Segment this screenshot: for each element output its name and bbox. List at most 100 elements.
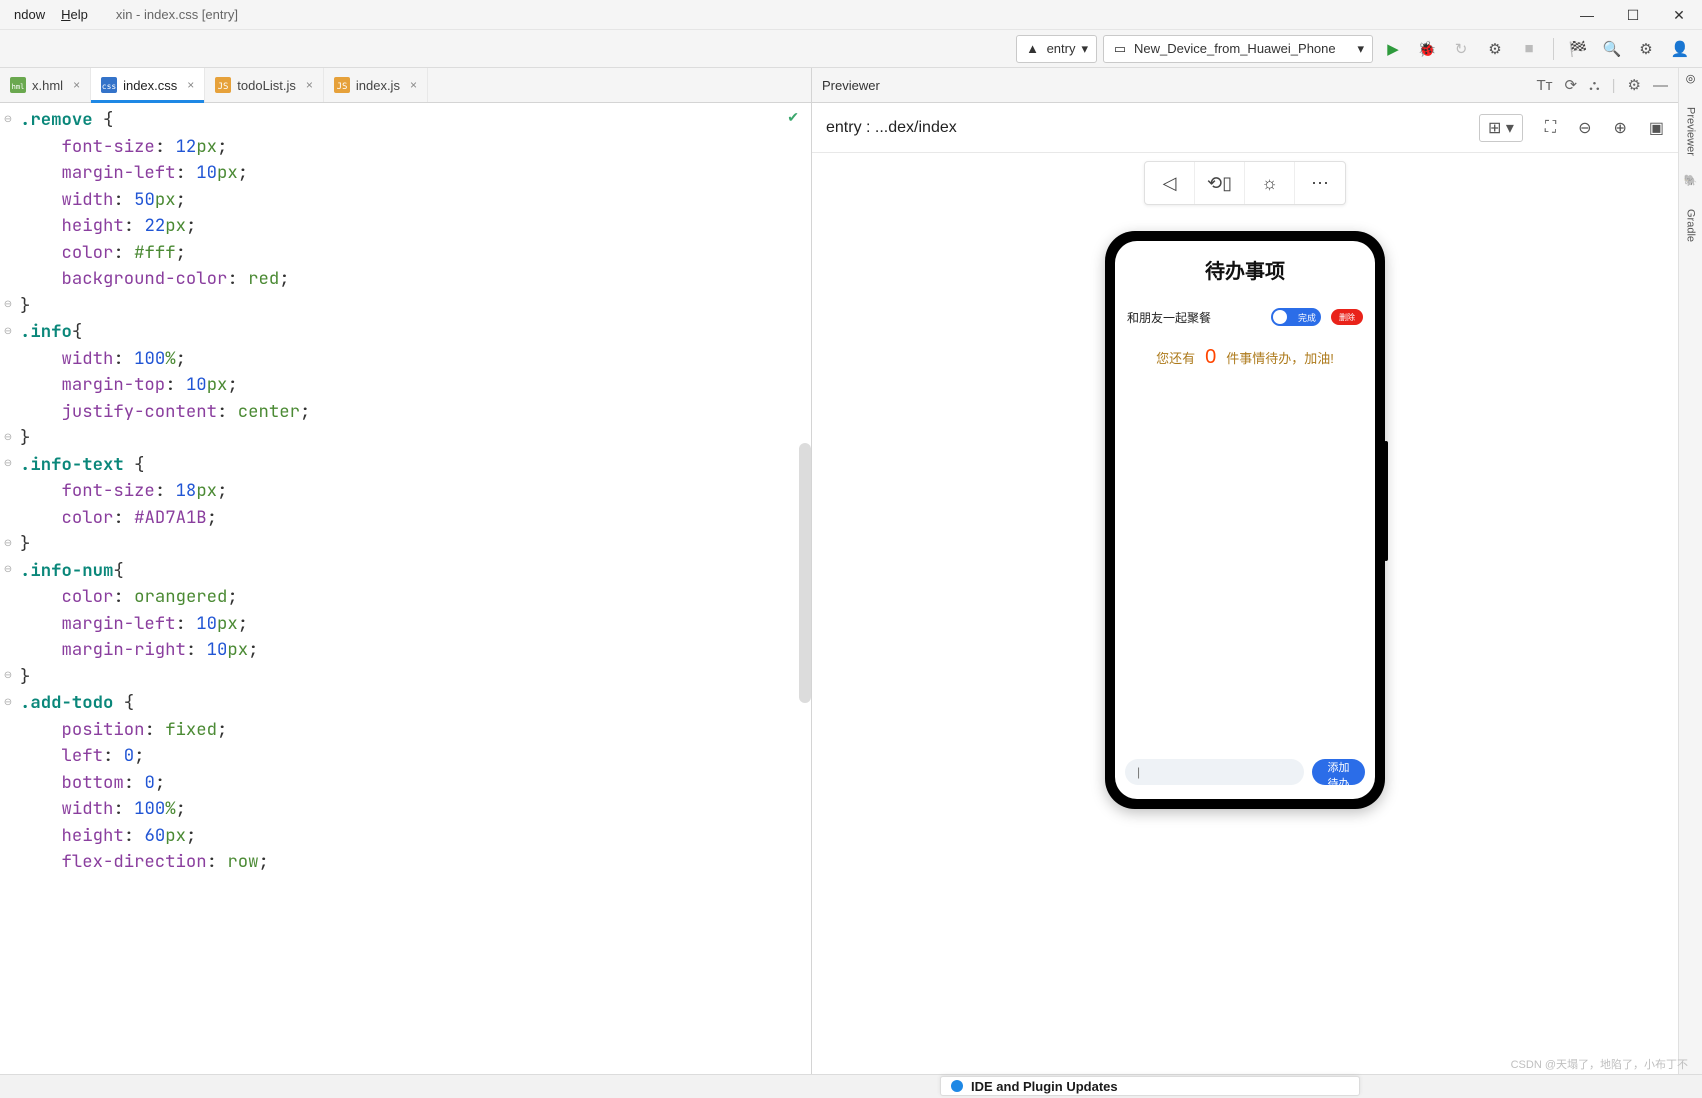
fold-toggle[interactable]: ⊖ <box>3 326 13 336</box>
max-button[interactable]: ☐ <box>1610 0 1656 30</box>
info-post: 件事情待办，加油! <box>1226 348 1334 367</box>
stop-button[interactable]: ■ <box>1515 35 1543 63</box>
device-selector[interactable]: ▭ New_Device_from_Huawei_Phone ▾ <box>1103 35 1373 63</box>
file-icon: JS <box>334 77 350 93</box>
min-button[interactable]: — <box>1564 0 1610 30</box>
menu-window[interactable]: ndow <box>6 3 53 26</box>
font-icon[interactable]: Tᴛ <box>1537 77 1553 94</box>
code-area[interactable]: ✔ .remove { font-size: 12px; margin-left… <box>0 103 811 1074</box>
tab-label: todoList.js <box>237 78 296 93</box>
tab-label: index.css <box>123 78 177 93</box>
status-bar <box>0 1074 1702 1098</box>
fold-toggle[interactable]: ⊖ <box>3 697 13 707</box>
fold-toggle[interactable]: ⊖ <box>3 538 13 548</box>
menu-help[interactable]: Help <box>53 3 96 26</box>
multi-device-selector[interactable]: ⊞ ▾ <box>1479 114 1523 142</box>
add-todo-input[interactable] <box>1125 759 1304 785</box>
add-todo-bar: 添加待办 <box>1125 755 1365 789</box>
previewer-title: Previewer <box>822 78 880 93</box>
fold-toggle[interactable]: ⊖ <box>3 671 13 681</box>
info-pre: 您还有 <box>1156 348 1195 367</box>
chevron-down-icon: ▾ <box>1081 41 1088 57</box>
minimize-icon[interactable]: — <box>1653 77 1668 94</box>
tab-label: index.js <box>356 78 400 93</box>
right-tool-rail: ◎ Previewer 🐘 Gradle <box>1678 68 1702 1074</box>
tab-index-js[interactable]: JS index.js × <box>324 68 428 102</box>
file-icon: css <box>101 77 117 93</box>
filter-icon[interactable]: ⛬ <box>1589 77 1600 94</box>
preview-canvas: ◁ ⟲▯ ☼ ⋯ 待办事项 和朋友一起聚餐 完成 删除 您还有 0 <box>812 153 1678 1074</box>
tab-x-hml[interactable]: hmlx.hml× <box>0 68 91 102</box>
crop-icon[interactable]: ⛶ <box>1545 119 1556 137</box>
close-button[interactable]: ✕ <box>1656 0 1702 30</box>
fullscreen-icon[interactable]: ▣ <box>1649 118 1664 138</box>
code-gutter: ⊖ ⊖ ⊖ ⊖ ⊖ ⊖ ⊖ ⊖ ⊖ <box>0 103 16 1074</box>
delete-button[interactable]: 删除 <box>1331 309 1363 325</box>
info-dot-icon <box>951 1080 963 1092</box>
module-selector[interactable]: ▲ entry ▾ <box>1016 35 1097 63</box>
device-icon: ▭ <box>1112 41 1128 57</box>
run-button[interactable]: ▶ <box>1379 35 1407 63</box>
close-icon[interactable]: × <box>187 78 194 92</box>
notification-text: IDE and Plugin Updates <box>971 1079 1118 1094</box>
device-side-button <box>1384 441 1388 561</box>
editor-pane: hmlx.hml×cssindex.css×JStodoList.js×JSin… <box>0 68 812 1074</box>
editor-tabs: hmlx.hml×cssindex.css×JStodoList.js×JSin… <box>0 68 811 103</box>
previewer-header: Previewer Tᴛ ⟳ ⛬ | ⚙ — <box>812 68 1678 103</box>
window-title: xin - index.css [entry] <box>116 7 238 22</box>
zoom-in-icon[interactable]: ⊕ <box>1613 118 1626 138</box>
rail-eye-icon[interactable]: ◎ <box>1686 72 1696 85</box>
todo-text: 和朋友一起聚餐 <box>1127 309 1211 326</box>
rail-previewer-tab[interactable]: Previewer <box>1685 107 1697 156</box>
add-todo-button[interactable]: 添加待办 <box>1312 759 1365 785</box>
update-notification[interactable]: IDE and Plugin Updates <box>940 1076 1360 1096</box>
fold-toggle[interactable]: ⊖ <box>3 300 13 310</box>
close-icon[interactable]: × <box>306 78 313 92</box>
close-icon[interactable]: × <box>410 78 417 92</box>
fold-toggle[interactable]: ⊖ <box>3 565 13 575</box>
rail-gradle-tab[interactable]: Gradle <box>1685 209 1697 242</box>
close-icon[interactable]: × <box>73 78 80 92</box>
tab-todoList-js[interactable]: JS todoList.js × <box>205 68 324 102</box>
file-icon: JS <box>215 77 231 93</box>
module-label: entry <box>1047 41 1076 56</box>
rail-gradle-icon[interactable]: 🐘 <box>1684 174 1698 187</box>
fold-toggle[interactable]: ⊖ <box>3 114 13 124</box>
info-num: 0 <box>1205 346 1216 369</box>
fold-toggle[interactable]: ⊖ <box>3 459 13 469</box>
todo-row: 和朋友一起聚餐 完成 删除 <box>1115 308 1375 326</box>
svg-text:JS: JS <box>218 82 229 92</box>
profile-button[interactable]: ⚙ <box>1481 35 1509 63</box>
refresh-icon[interactable]: ⟳ <box>1565 76 1578 94</box>
watermark: CSDN @天塌了，地陷了，小布丁不 <box>1511 1056 1688 1072</box>
debug-button[interactable]: 🐞 <box>1413 35 1441 63</box>
file-icon: hml <box>10 77 26 93</box>
search-button[interactable]: 🔍 <box>1598 35 1626 63</box>
more-icon[interactable]: ⋯ <box>1295 162 1345 204</box>
account-button[interactable]: 👤 <box>1666 35 1694 63</box>
app-title: 待办事项 <box>1115 255 1375 284</box>
preview-floating-toolbar: ◁ ⟲▯ ☼ ⋯ <box>1144 161 1346 205</box>
code-content: .remove { font-size: 12px; margin-left: … <box>0 103 811 876</box>
back-icon[interactable]: ◁ <box>1145 162 1195 204</box>
device-frame: 待办事项 和朋友一起聚餐 完成 删除 您还有 0 件事情待办，加油! 添加待办 <box>1105 231 1385 809</box>
zoom-out-icon[interactable]: ⊖ <box>1578 118 1591 138</box>
module-icon: ▲ <box>1025 41 1041 57</box>
fold-toggle[interactable]: ⊖ <box>3 432 13 442</box>
complete-switch[interactable]: 完成 <box>1271 308 1321 326</box>
gear-icon[interactable]: ⚙ <box>1628 76 1641 94</box>
route-label: entry : ...dex/index <box>826 119 957 137</box>
settings-button[interactable]: ⚙ <box>1632 35 1660 63</box>
light-mode-icon[interactable]: ☼ <box>1245 162 1295 204</box>
chevron-down-icon: ▾ <box>1357 41 1364 57</box>
analysis-ok-icon: ✔ <box>787 109 799 126</box>
structure-button[interactable]: 🏁 <box>1564 35 1592 63</box>
tab-index-css[interactable]: css index.css × <box>91 68 205 102</box>
previewer-subheader: entry : ...dex/index ⊞ ▾ ⛶ ⊖ ⊕ ▣ <box>812 103 1678 153</box>
coverage-button[interactable]: ↻ <box>1447 35 1475 63</box>
rotate-icon[interactable]: ⟲▯ <box>1195 162 1245 204</box>
device-label: New_Device_from_Huawei_Phone <box>1134 41 1336 56</box>
svg-text:css: css <box>102 82 117 91</box>
minimap-scroll[interactable] <box>799 443 811 703</box>
menubar: ndow Help xin - index.css [entry] — ☐ ✕ <box>0 0 1702 30</box>
